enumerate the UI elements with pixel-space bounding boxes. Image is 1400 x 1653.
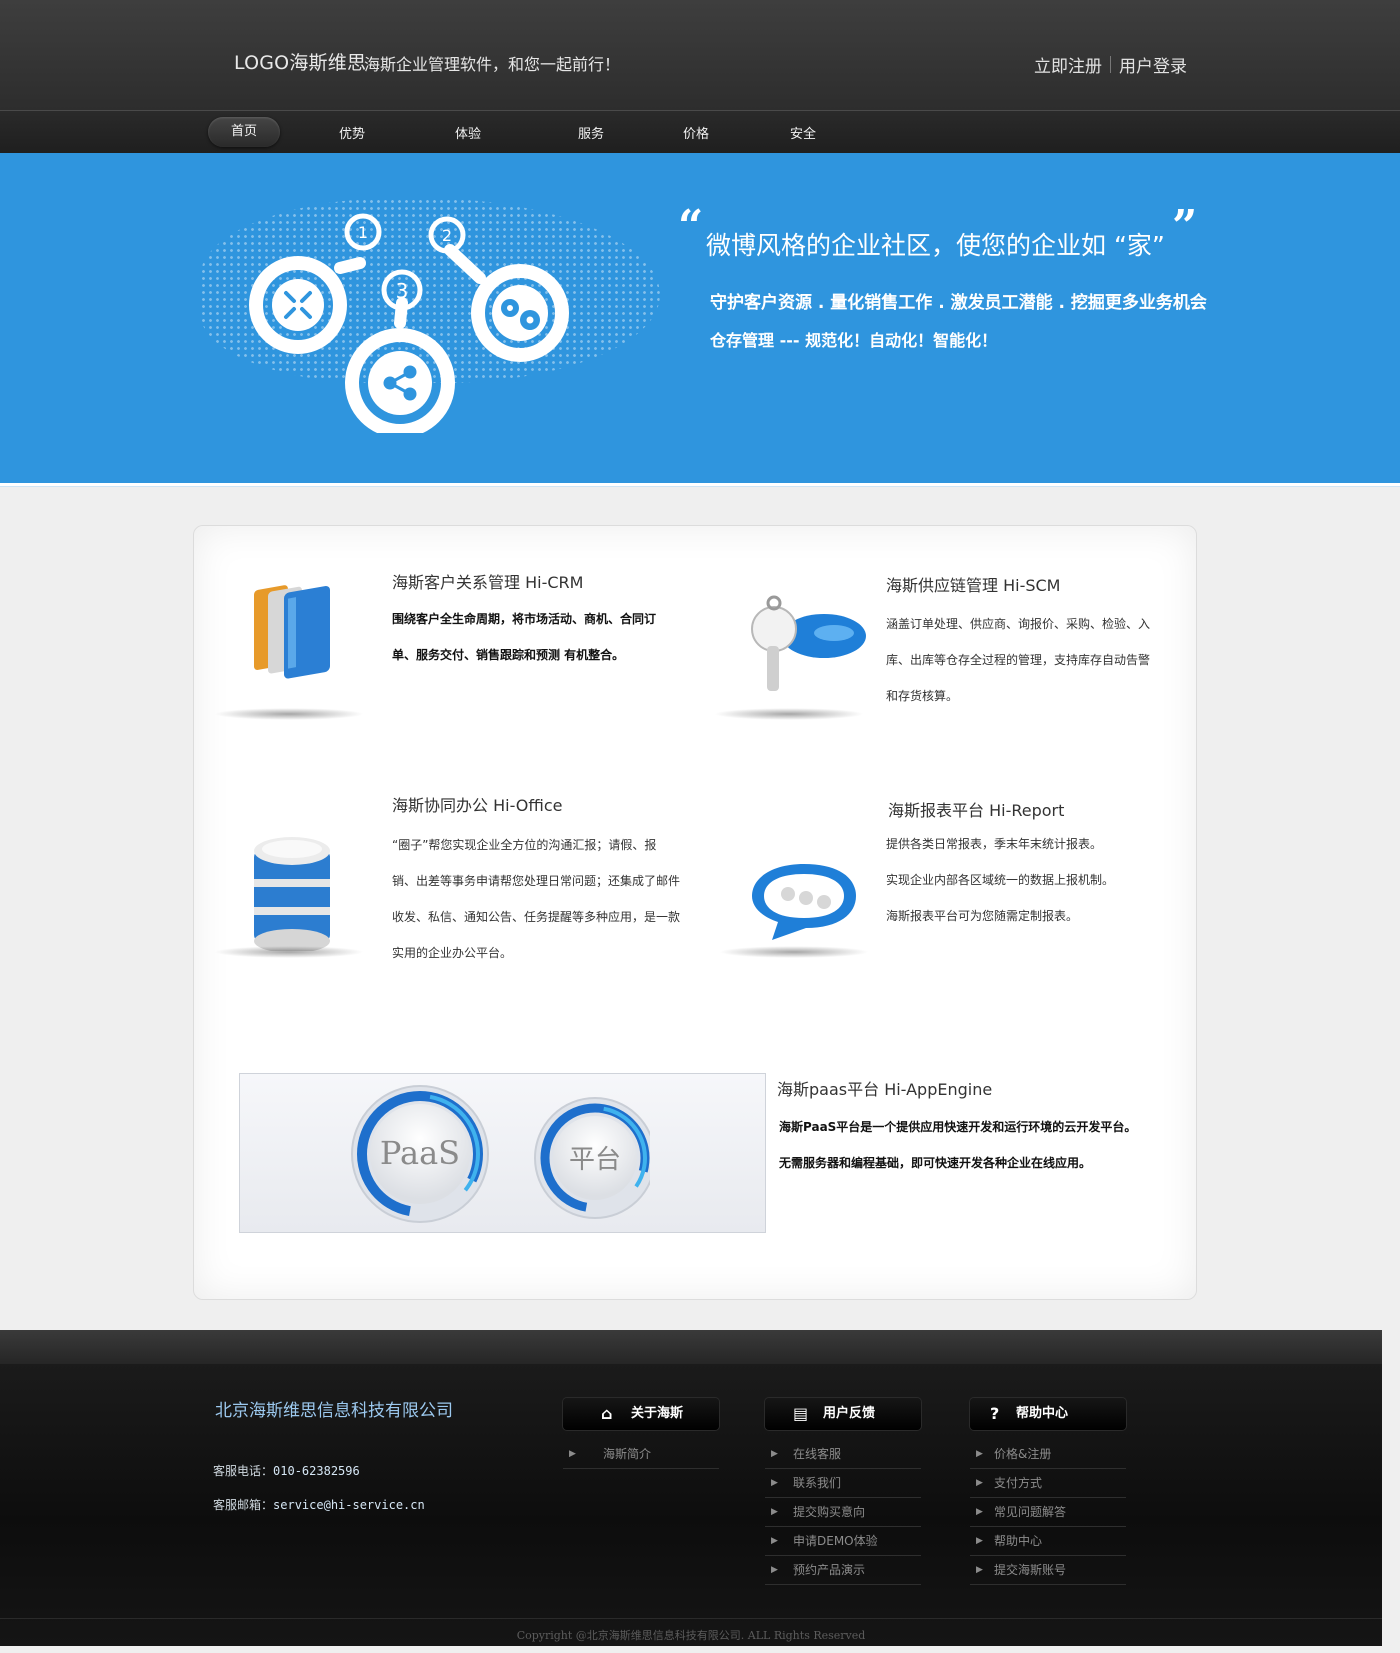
arrow-right-icon: ▶ [771,1478,778,1488]
crm-desc-line-2: 单、服务交付、销售跟踪和预测 有机整合。 [392,648,625,662]
banner-divider [0,483,1400,487]
arrow-right-icon: ▶ [976,1449,983,1459]
footer-link[interactable]: ▶ 支付方式 [970,1469,1126,1498]
hero-banner: 1 2 3 “ 微博风格的企业社区，使您的企业如 “家” ” 守护客户资源 . … [0,153,1400,483]
paas-badge-label: PaaS [380,1134,460,1172]
footer-link[interactable]: ▶ 预约产品演示 [765,1556,921,1585]
page: LOGO海斯维思 海斯企业管理软件，和您一起前行！ 立即注册 用户登录 首页 优… [0,0,1400,1646]
step-number-2: 2 [442,226,452,245]
link-divider [1110,56,1111,73]
arrow-right-icon: ▶ [771,1565,778,1575]
email-address[interactable]: service@hi-service.cn [273,1498,425,1512]
platform-badge-label: 平台 [569,1145,621,1175]
arrow-right-icon: ▶ [771,1449,778,1459]
nav-item-advantages[interactable]: 优势 [332,123,372,142]
scm-desc-line-3: 和存货核算。 [886,689,959,703]
arrow-right-icon: ▶ [771,1507,778,1517]
home-icon: ⌂ [601,1404,613,1423]
paas-title[interactable]: 海斯paas平台 Hi-AppEngine [777,1076,992,1100]
footer-link[interactable]: ▶ 帮助中心 [970,1527,1126,1556]
icon-shadow [214,708,364,720]
footer-col-help: ? 帮助中心 [970,1398,1126,1430]
arrow-right-icon: ▶ [976,1536,983,1546]
paas-badges: PaaS 平台 [351,1085,650,1223]
footer-col-feedback: ▤ 用户反馈 [765,1398,921,1430]
key-icon [751,595,866,691]
quote-close-icon: ” [1172,201,1198,252]
footer-link[interactable]: ▶ 海斯简介 [563,1440,719,1469]
scm-title[interactable]: 海斯供应链管理 Hi-SCM [886,572,1060,596]
crm-title[interactable]: 海斯客户关系管理 Hi-CRM [392,569,583,593]
scm-desc-line-1: 涵盖订单处理、供应商、询报价、采购、检验、入 [886,617,1151,631]
site-header: LOGO海斯维思 海斯企业管理软件，和您一起前行！ 立即注册 用户登录 [0,0,1400,110]
paas-banner: PaaS 平台 [239,1073,766,1233]
scm-desc-line-2: 库、出库等仓存全过程的管理，支持库存自动告警 [886,653,1151,667]
document-icon: ▤ [793,1404,809,1423]
office-desc-line-1: “圈子”帮您实现企业全方位的沟通汇报；请假、报 [392,838,657,852]
footer-link[interactable]: ▶ 在线客服 [765,1440,921,1469]
footer-link[interactable]: ▶ 申请DEMO体验 [765,1527,921,1556]
step-number-1: 1 [358,223,368,242]
banner-tagline: 仓存管理 --- 规范化！自动化！智能化！ [710,331,998,350]
banner-title: 微博风格的企业社区，使您的企业如 “家” [706,231,1165,260]
contact-phone: 客服电话：010-62382596 [213,1462,360,1479]
folders-icon [254,585,330,679]
arrow-right-icon: ▶ [976,1565,983,1575]
email-label: 客服邮箱： [213,1498,274,1512]
phone-number[interactable]: 010-62382596 [273,1464,360,1478]
paas-desc-line-2: 无需服务器和编程基础，即可快速开发各种企业在线应用。 [779,1156,1092,1170]
site-footer: 北京海斯维思信息科技有限公司 客服电话：010-62382596 客服邮箱：se… [0,1330,1382,1646]
icon-shadow [719,946,869,958]
nav-item-home[interactable]: 首页 [208,117,280,147]
arrow-right-icon: ▶ [569,1449,576,1459]
report-desc-line-3: 海斯报表平台可为您随需定制报表。 [886,909,1079,923]
arrow-right-icon: ▶ [976,1507,983,1517]
company-name: 北京海斯维思信息科技有限公司 [215,1401,453,1421]
login-link[interactable]: 用户登录 [1119,52,1187,77]
database-icon [254,837,330,951]
nav-item-service[interactable]: 服务 [571,123,611,142]
paas-desc-line-1: 海斯PaaS平台是一个提供应用快速开发和运行环境的云开发平台。 [779,1120,1137,1134]
question-icon: ? [990,1404,1000,1423]
footer-topbar [0,1330,1382,1364]
footer-col-about: ⌂ 关于海斯 [563,1398,719,1430]
register-link[interactable]: 立即注册 [1034,52,1102,77]
icon-shadow [714,708,864,720]
nav-item-experience[interactable]: 体验 [448,123,488,142]
site-logo[interactable]: LOGO海斯维思 [234,48,366,75]
nav-item-security[interactable]: 安全 [783,123,823,142]
main-nav: 首页 优势 体验 服务 价格 安全 [0,110,1400,153]
footer-link[interactable]: ▶ 价格&注册 [970,1440,1126,1469]
office-desc-line-4: 实用的企业办公平台。 [392,946,513,960]
banner-subtitle: 守护客户资源 . 量化销售工作 . 激发员工潜能 . 挖掘更多业务机会 [710,293,1207,313]
workflow-illustration: 1 2 3 [249,213,569,433]
crm-desc-line-1: 围绕客户全生命周期，将市场活动、商机、合同订 [392,612,657,626]
arrow-right-icon: ▶ [976,1478,983,1488]
step-number-3: 3 [396,279,409,303]
header-slogan: 海斯企业管理软件，和您一起前行！ [364,55,621,74]
chat-bubble-icon [752,864,856,940]
office-title[interactable]: 海斯协同办公 Hi-Office [392,792,563,816]
report-desc-line-2: 实现企业内部各区域统一的数据上报机制。 [886,873,1115,887]
phone-label: 客服电话： [213,1464,274,1478]
nav-item-price[interactable]: 价格 [676,123,716,142]
product-panel: 海斯客户关系管理 Hi-CRM 围绕客户全生命周期，将市场活动、商机、合同订 单… [193,525,1197,1300]
footer-link[interactable]: ▶ 常见问题解答 [970,1498,1126,1527]
office-desc-line-3: 收发、私信、通知公告、任务提醒等多种应用，是一款 [392,910,681,924]
footer-link[interactable]: ▶ 联系我们 [765,1469,921,1498]
report-title[interactable]: 海斯报表平台 Hi-Report [888,797,1064,821]
quote-open-icon: “ [678,201,704,252]
office-desc-line-2: 销、出差等事务申请帮您处理日常问题；还集成了邮件 [392,874,681,888]
report-desc-line-1: 提供各类日常报表，季末年末统计报表。 [886,837,1103,851]
arrow-right-icon: ▶ [771,1536,778,1546]
contact-email: 客服邮箱：service@hi-service.cn [213,1496,425,1513]
account-links: 立即注册 用户登录 [1034,52,1187,77]
copyright-notice: Copyright @北京海斯维思信息科技有限公司. ALL Rights Re… [0,1618,1382,1647]
footer-link[interactable]: ▶ 提交海斯账号 [970,1556,1126,1585]
footer-link[interactable]: ▶ 提交购买意向 [765,1498,921,1527]
icon-shadow [214,946,364,958]
